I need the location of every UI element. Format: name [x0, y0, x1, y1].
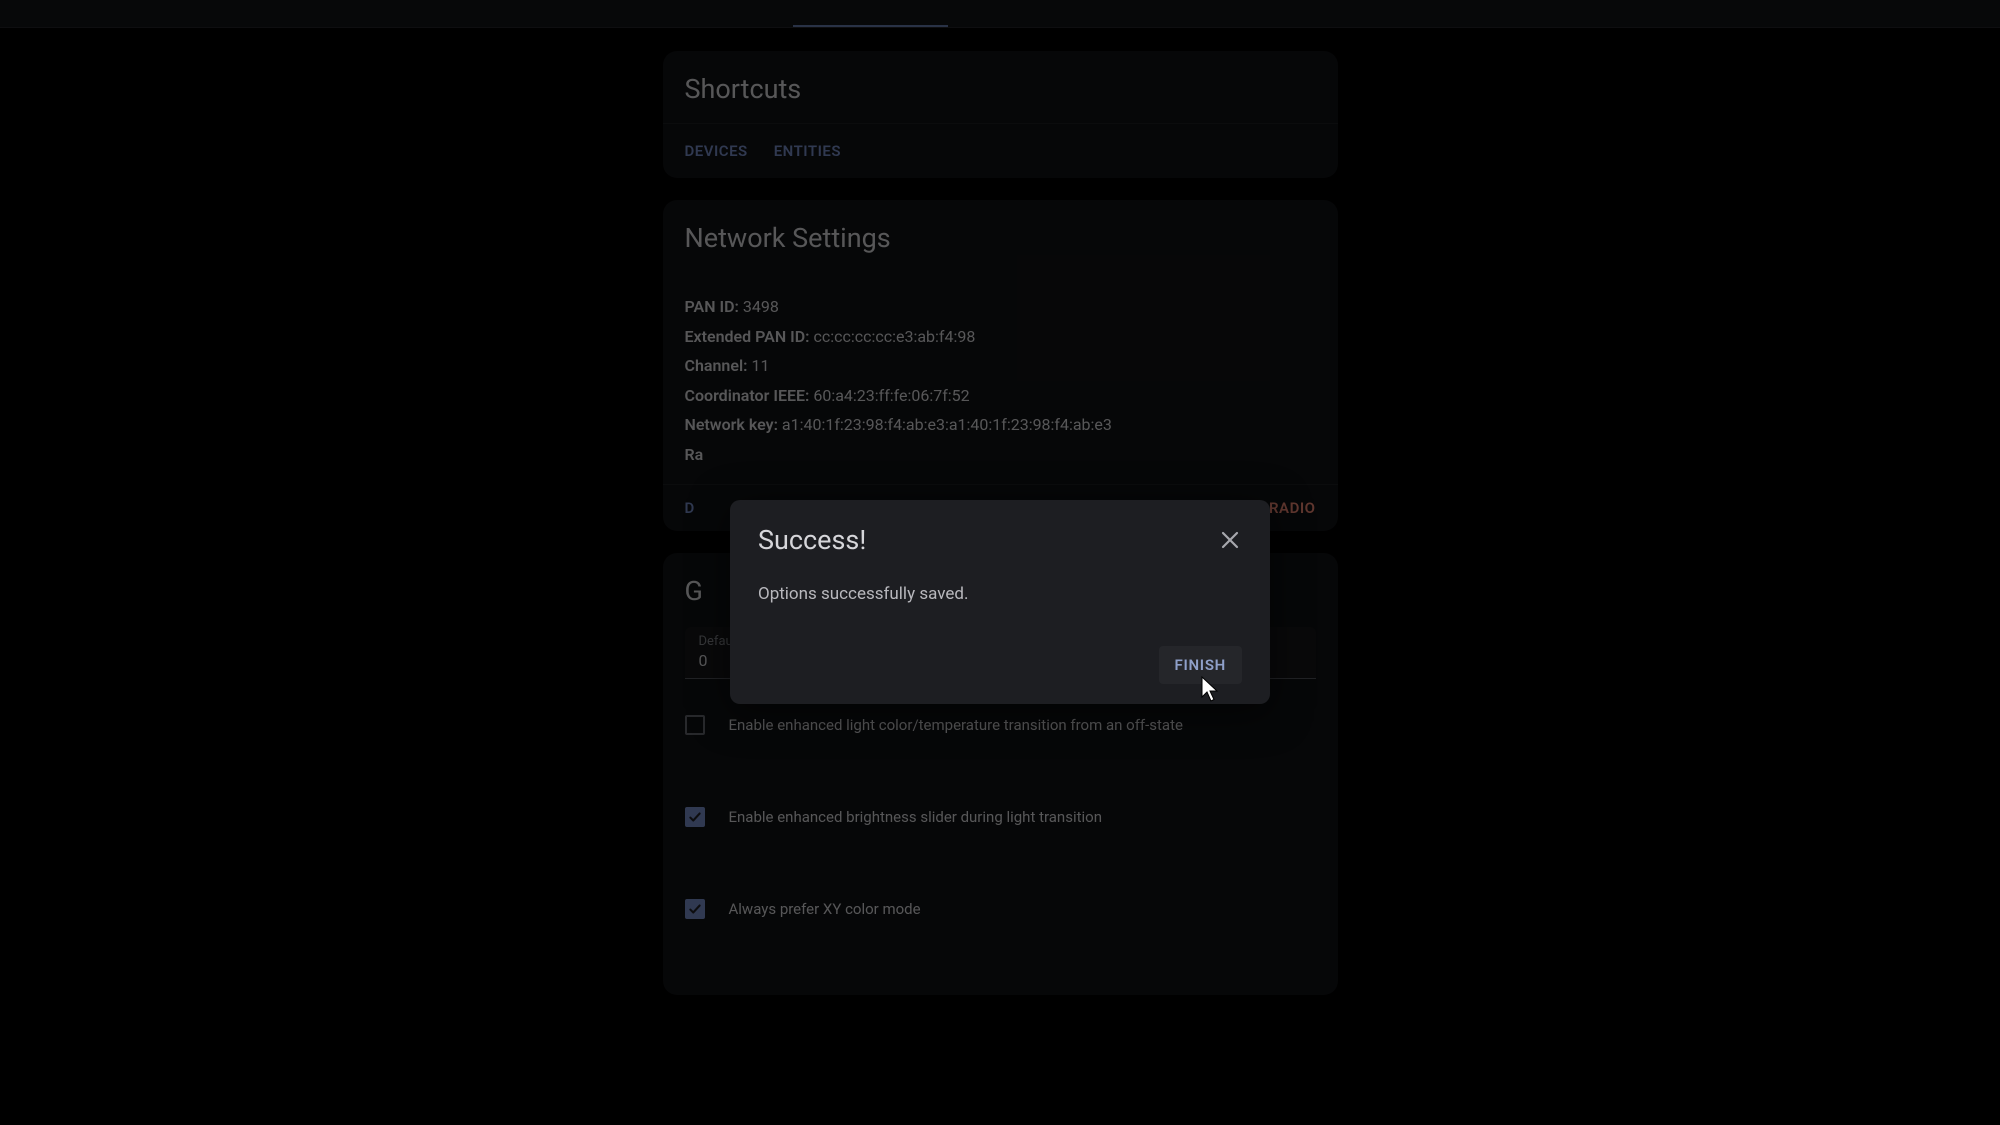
dialog-title: Success! [758, 524, 866, 556]
finish-button[interactable]: FINISH [1159, 646, 1242, 684]
close-icon[interactable] [1218, 528, 1242, 552]
success-dialog: Success! Options successfully saved. FIN… [730, 500, 1270, 704]
dialog-body: Options successfully saved. [758, 584, 1242, 604]
